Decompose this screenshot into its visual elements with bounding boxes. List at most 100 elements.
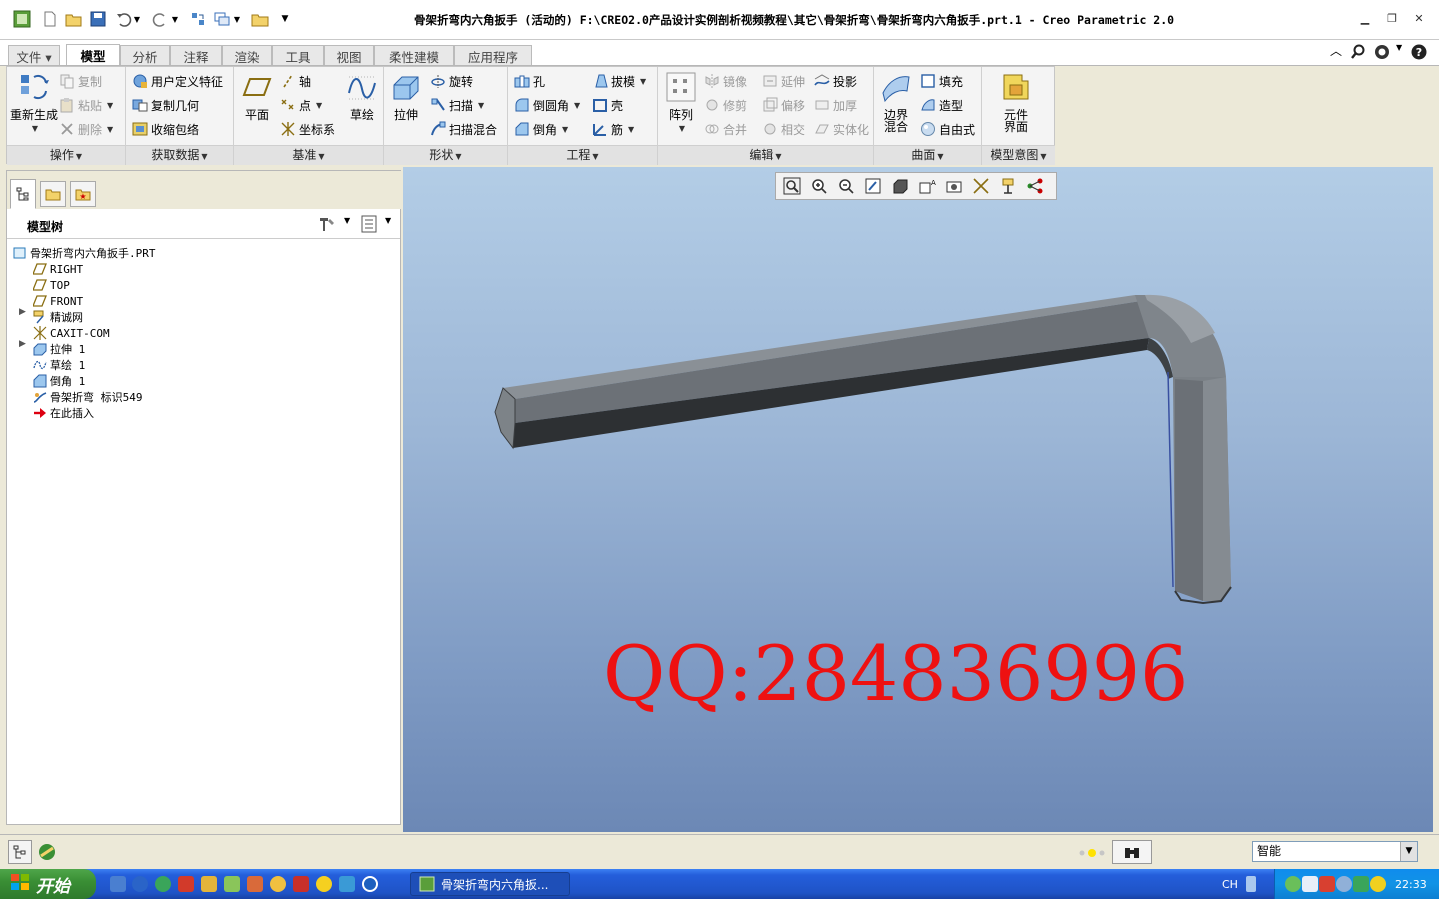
chevron-down-icon[interactable]: ▼ xyxy=(1400,842,1417,861)
toggle-navigator-icon[interactable] xyxy=(8,840,32,864)
group-label-editing[interactable]: 编辑 ▼ xyxy=(658,145,873,165)
delete-button[interactable]: 删除 ▼ xyxy=(59,119,113,139)
tree-item-spinal-bend[interactable]: 骨架折弯 标识549 xyxy=(33,389,143,405)
tree-item-insert-here[interactable]: 在此插入 xyxy=(33,405,94,421)
udf-button[interactable]: 用户定义特征 xyxy=(132,71,223,91)
new-file-icon[interactable] xyxy=(40,9,60,29)
group-label-shapes[interactable]: 形状 ▼ xyxy=(384,145,507,165)
rib-button[interactable]: 筋 ▼ xyxy=(592,119,634,139)
restore-icon[interactable]: ❐ xyxy=(1385,12,1399,26)
pattern-button[interactable]: 阵列 ▼ xyxy=(662,71,700,135)
tab-flexible-modeling[interactable]: 柔性建模 xyxy=(374,45,454,66)
tree-item-top[interactable]: TOP xyxy=(32,277,70,293)
tab-applications[interactable]: 应用程序 xyxy=(454,45,532,66)
tray-network-icon[interactable] xyxy=(1302,876,1318,892)
toggle-browser-icon[interactable] xyxy=(35,840,59,864)
tab-analysis[interactable]: 分析 xyxy=(120,45,170,66)
quicklaunch-app9-icon[interactable] xyxy=(362,876,378,892)
project-button[interactable]: 投影 xyxy=(814,71,857,91)
quicklaunch-app2-icon[interactable] xyxy=(178,876,194,892)
copy-button[interactable]: 复制 xyxy=(59,71,102,91)
tree-item-extrude[interactable]: 拉伸 1 xyxy=(33,341,85,357)
group-label-model-intent[interactable]: 模型意图 ▼ xyxy=(982,145,1055,165)
chamfer-button[interactable]: 倒角 ▼ xyxy=(514,119,568,139)
quicklaunch-app6-icon[interactable] xyxy=(270,876,286,892)
quicklaunch-app-icon[interactable] xyxy=(110,876,126,892)
community-icon[interactable] xyxy=(1374,44,1392,63)
boundary-blend-button[interactable]: 边界混合 xyxy=(876,71,916,133)
group-label-datum[interactable]: 基准 ▼ xyxy=(234,145,383,165)
mirror-button[interactable]: 镜像 xyxy=(704,71,747,91)
search-icon[interactable] xyxy=(1350,44,1366,63)
tree-item-part[interactable]: 骨架折弯内六角扳手.PRT xyxy=(13,245,156,261)
tab-annotate[interactable]: 注释 xyxy=(170,45,222,66)
group-label-surfaces[interactable]: 曲面 ▼ xyxy=(874,145,981,165)
intersect-button[interactable]: 相交 xyxy=(762,119,805,139)
show-list-icon[interactable] xyxy=(361,215,377,236)
hole-button[interactable]: 孔 xyxy=(514,71,545,91)
tab-render[interactable]: 渲染 xyxy=(222,45,272,66)
style-button[interactable]: 造型 xyxy=(920,95,963,115)
freestyle-button[interactable]: 自由式 xyxy=(920,119,975,139)
selection-filter-select[interactable]: 智能 ▼ xyxy=(1252,841,1418,862)
favorites-tab[interactable]: ★ xyxy=(70,181,96,207)
tab-view[interactable]: 视图 xyxy=(324,45,374,66)
draft-button[interactable]: 拔模 ▼ xyxy=(592,71,646,91)
help-icon[interactable]: ? xyxy=(1411,44,1427,63)
shrinkwrap-button[interactable]: 收缩包络 xyxy=(132,119,199,139)
merge-button[interactable]: 合并 xyxy=(704,119,747,139)
tab-model[interactable]: 模型 xyxy=(66,44,120,66)
taskbar-task-creo[interactable]: 骨架折弯内六角扳... xyxy=(410,872,570,896)
csys-button[interactable]: 坐标系 xyxy=(280,119,335,139)
tree-item-chamfer[interactable]: 倒角 1 xyxy=(33,373,85,389)
tab-tools[interactable]: 工具 xyxy=(272,45,324,66)
regenerate-button[interactable]: 重新生成▼ xyxy=(9,71,59,135)
tree-item-right[interactable]: RIGHT xyxy=(32,261,83,277)
trim-button[interactable]: 修剪 xyxy=(704,95,747,115)
find-icon[interactable] xyxy=(1112,840,1152,864)
extrude-button[interactable]: 拉伸 xyxy=(388,71,424,121)
fill-button[interactable]: 填充 xyxy=(920,71,963,91)
group-label-get-data[interactable]: 获取数据 ▼ xyxy=(126,145,233,165)
hex-key-model[interactable] xyxy=(403,167,1433,832)
round-button[interactable]: 倒圆角 ▼ xyxy=(514,95,580,115)
point-button[interactable]: 点 ▼ xyxy=(280,95,322,115)
tab-file[interactable]: 文件 ▾ xyxy=(8,45,60,66)
undo-icon[interactable] xyxy=(114,9,134,29)
graphics-window[interactable]: AB QQ:284836996 xyxy=(403,167,1433,832)
windows-icon[interactable] xyxy=(212,9,232,29)
community-dropdown-icon[interactable]: ▼ xyxy=(1396,43,1402,52)
customize-toolbar-icon[interactable]: ▼ xyxy=(278,9,292,29)
tree-item-csys[interactable]: CAXIT-COM xyxy=(33,325,110,341)
model-tree-tab[interactable] xyxy=(10,179,36,209)
component-interface-button[interactable]: 元件界面 xyxy=(996,71,1036,133)
sweep-button[interactable]: 扫描 ▼ xyxy=(430,95,484,115)
sweep-blend-button[interactable]: 扫描混合 xyxy=(430,119,497,139)
group-label-engineering[interactable]: 工程 ▼ xyxy=(508,145,657,165)
language-indicator[interactable]: CH xyxy=(1222,878,1238,891)
expand-arrow-icon[interactable]: ▶ xyxy=(19,339,26,349)
start-button[interactable]: 开始 xyxy=(0,869,96,899)
save-icon[interactable] xyxy=(88,9,108,29)
quicklaunch-app8-icon[interactable] xyxy=(339,876,355,892)
quicklaunch-qq-icon[interactable] xyxy=(293,876,309,892)
quicklaunch-app7-icon[interactable] xyxy=(316,876,332,892)
tree-settings-dropdown-icon[interactable]: ▼ xyxy=(344,216,350,225)
offset-button[interactable]: 偏移 xyxy=(762,95,805,115)
copy-geometry-button[interactable]: 复制几何 xyxy=(132,95,199,115)
regenerate-icon[interactable] xyxy=(188,9,208,29)
show-dropdown-icon[interactable]: ▼ xyxy=(385,216,391,225)
tray-app-icon[interactable] xyxy=(1285,876,1301,892)
usb-icon[interactable] xyxy=(1246,876,1256,892)
solidify-button[interactable]: 实体化 xyxy=(814,119,869,139)
tray-app3-icon[interactable] xyxy=(1370,876,1386,892)
quicklaunch-browser-icon[interactable] xyxy=(155,876,171,892)
thicken-button[interactable]: 加厚 xyxy=(814,95,857,115)
extend-button[interactable]: 延伸 xyxy=(762,71,805,91)
axis-button[interactable]: 轴 xyxy=(280,71,311,91)
tray-volume-icon[interactable] xyxy=(1336,876,1352,892)
tree-item-sketch[interactable]: 草绘 1 xyxy=(33,357,85,373)
quicklaunch-app4-icon[interactable] xyxy=(224,876,240,892)
tree-item-sketch-group[interactable]: 精诚网 xyxy=(33,309,83,325)
quicklaunch-app5-icon[interactable] xyxy=(247,876,263,892)
